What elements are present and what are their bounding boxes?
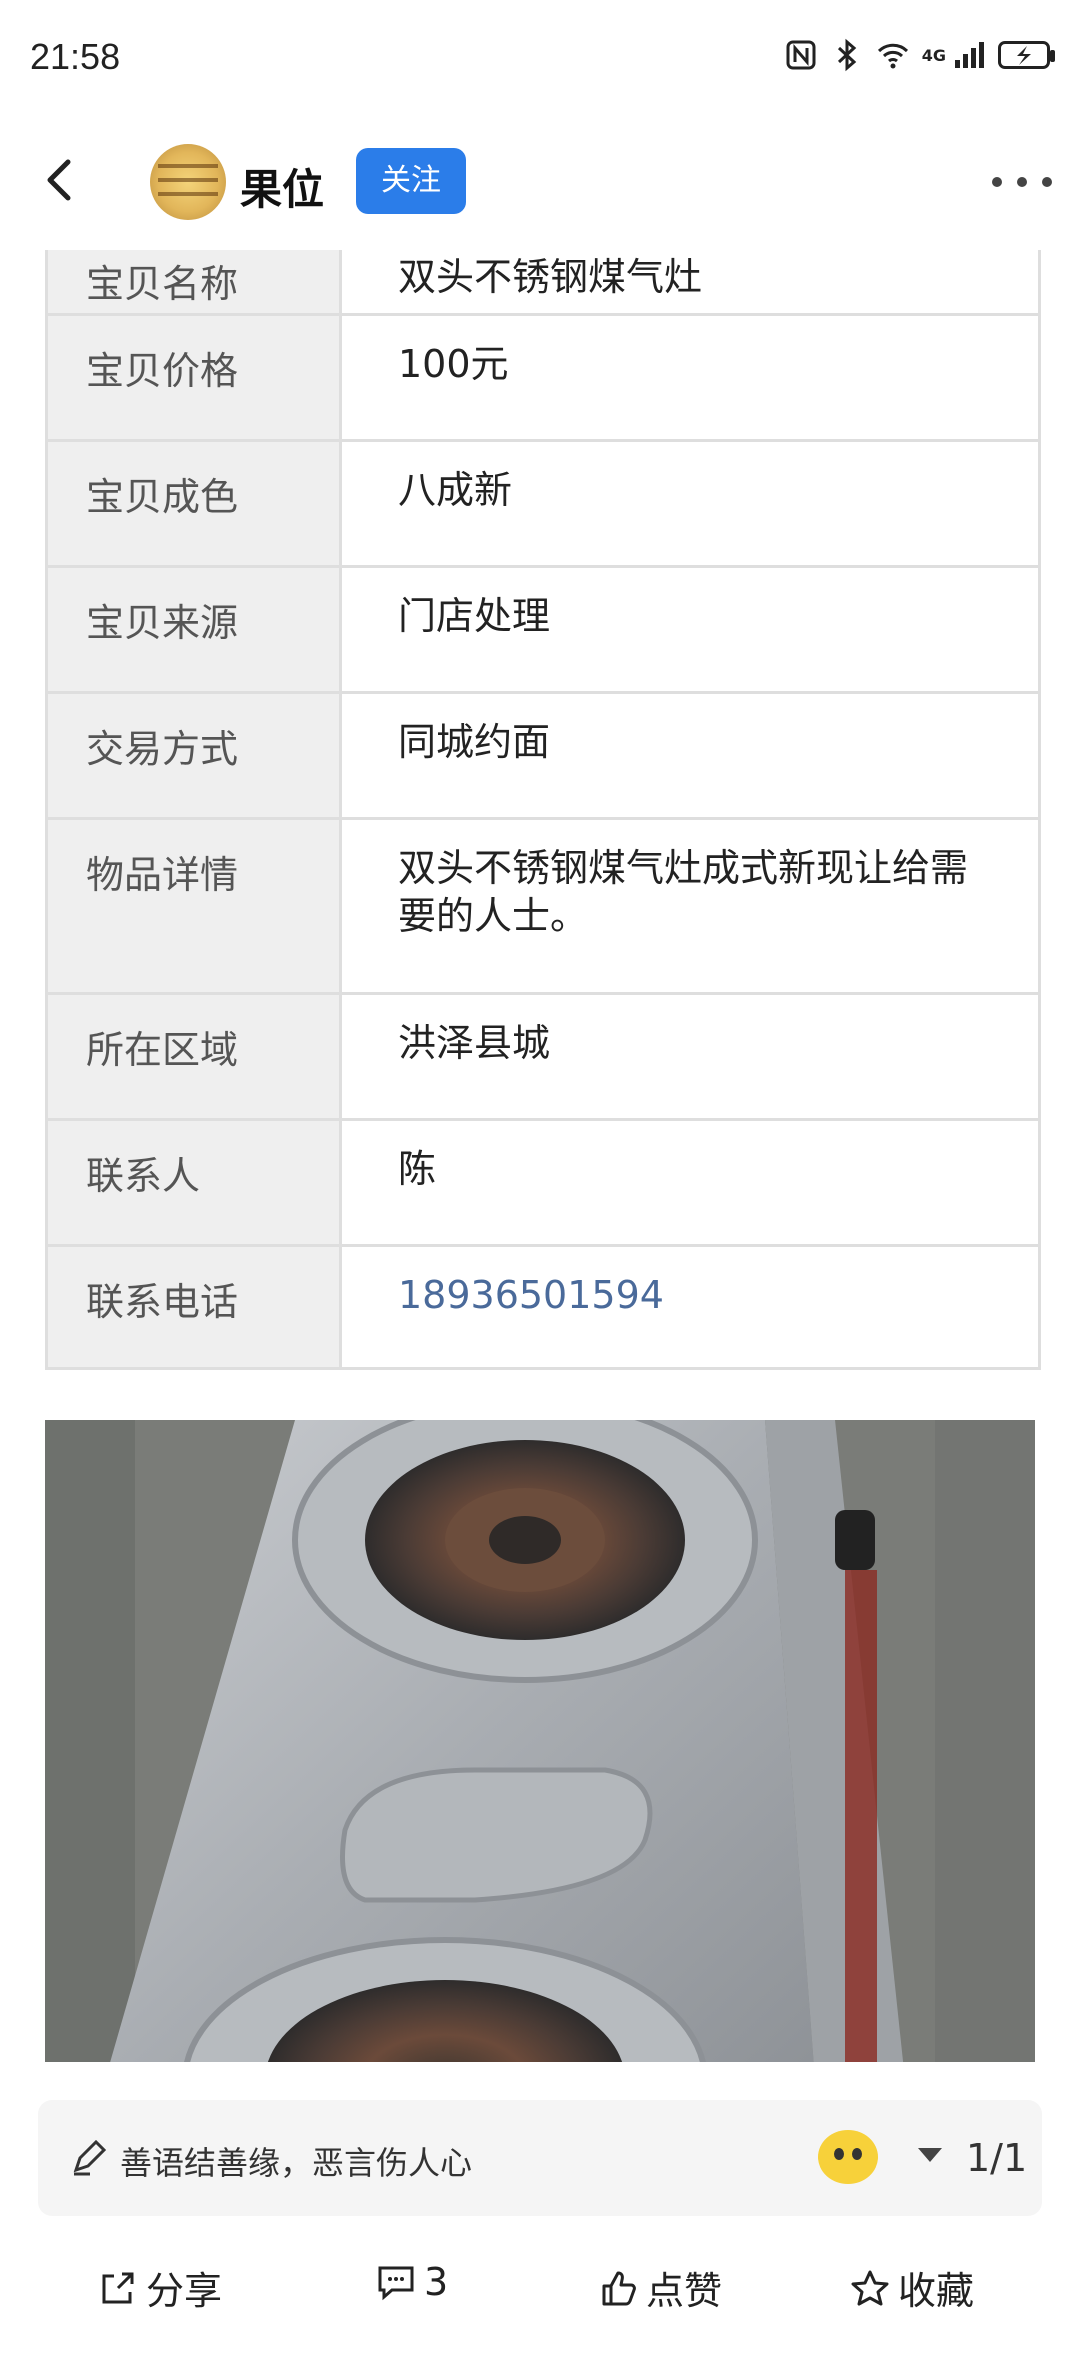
user-name[interactable]: 果位 xyxy=(240,156,324,217)
battery-icon xyxy=(998,41,1055,69)
bluetooth-icon xyxy=(830,38,864,72)
gas-stove-image xyxy=(45,1420,1035,2062)
post-header: 果位 关注 xyxy=(0,120,1080,250)
phone-link[interactable]: 18936501594 xyxy=(342,1247,1038,1367)
row-label: 联系电话 xyxy=(48,1247,342,1367)
triangle-down-icon[interactable] xyxy=(918,2148,942,2162)
table-row: 物品详情 双头不锈钢煤气灶成式新现让给需要的人士。 xyxy=(48,820,1038,995)
nfc-icon xyxy=(784,38,818,72)
item-photo[interactable] xyxy=(45,1420,1035,2062)
table-row: 所在区域 洪泽县城 xyxy=(48,995,1038,1121)
row-label: 宝贝来源 xyxy=(48,568,342,691)
more-options-button[interactable] xyxy=(992,162,1052,202)
row-label: 交易方式 xyxy=(48,694,342,817)
like-button[interactable]: 点赞 xyxy=(598,2260,722,2315)
post-content[interactable]: 宝贝名称 双头不锈钢煤气灶 宝贝价格 100元 宝贝成色 八成新 宝贝来源 门店… xyxy=(0,250,1080,2062)
row-value: 洪泽县城 xyxy=(398,1021,551,1065)
table-row: 联系人 陈 xyxy=(48,1121,1038,1247)
action-row: 分享 3 点赞 收藏 xyxy=(0,2260,1080,2330)
star-icon xyxy=(851,2270,889,2305)
status-bar: 21:58 4G xyxy=(0,0,1080,120)
pencil-icon xyxy=(73,2139,107,2176)
more-dot-icon xyxy=(992,177,1002,187)
row-value: 同城约面 xyxy=(398,720,551,764)
row-label: 宝贝价格 xyxy=(48,316,342,439)
row-label: 宝贝名称 xyxy=(48,250,342,313)
share-button[interactable]: 分享 xyxy=(98,2260,222,2315)
like-label: 点赞 xyxy=(646,2269,723,2313)
comment-count: 3 xyxy=(424,2260,449,2304)
table-row: 宝贝名称 双头不锈钢煤气灶 xyxy=(48,250,1038,316)
comment-input[interactable]: 善语结善缘，恶言伤人心 1/1 xyxy=(38,2100,1042,2216)
table-row: 宝贝成色 八成新 xyxy=(48,442,1038,568)
row-label: 所在区域 xyxy=(48,995,342,1118)
row-value: 门店处理 xyxy=(398,594,551,638)
row-value: 双头不锈钢煤气灶成式新现让给需要的人士。 xyxy=(398,846,969,938)
table-row: 宝贝来源 门店处理 xyxy=(48,568,1038,694)
row-value: 双头不锈钢煤气灶 xyxy=(398,255,703,299)
bottom-bar: 善语结善缘，恶言伤人心 1/1 分享 3 点赞 收藏 xyxy=(0,2062,1080,2376)
comment-button[interactable]: 3 xyxy=(376,2260,448,2304)
page-indicator: 1/1 xyxy=(966,2136,1028,2180)
row-value: 100元 xyxy=(398,342,509,386)
back-button[interactable] xyxy=(30,150,90,210)
thumbs-up-icon xyxy=(602,2271,636,2305)
row-label: 宝贝成色 xyxy=(48,442,342,565)
network-type: 4G xyxy=(921,45,946,65)
more-dot-icon xyxy=(1042,177,1052,187)
favorite-button[interactable]: 收藏 xyxy=(850,2260,974,2315)
table-row: 联系电话 18936501594 xyxy=(48,1247,1038,1367)
status-icons: 4G xyxy=(784,38,1055,72)
row-value: 八成新 xyxy=(398,468,513,512)
emoji-icon[interactable] xyxy=(818,2130,878,2184)
row-label: 物品详情 xyxy=(48,820,342,992)
wifi-icon xyxy=(876,38,910,72)
avatar[interactable] xyxy=(150,144,226,220)
follow-button[interactable]: 关注 xyxy=(356,148,466,214)
chevron-left-icon xyxy=(47,159,71,201)
share-icon xyxy=(102,2272,134,2303)
comment-placeholder: 善语结善缘，恶言伤人心 xyxy=(120,2144,473,2182)
table-row: 宝贝价格 100元 xyxy=(48,316,1038,442)
favorite-label: 收藏 xyxy=(898,2269,975,2313)
more-dot-icon xyxy=(1017,177,1027,187)
item-info-table: 宝贝名称 双头不锈钢煤气灶 宝贝价格 100元 宝贝成色 八成新 宝贝来源 门店… xyxy=(45,250,1041,1370)
row-value: 陈 xyxy=(398,1147,437,1191)
share-label: 分享 xyxy=(146,2269,223,2313)
table-row: 交易方式 同城约面 xyxy=(48,694,1038,820)
status-time: 21:58 xyxy=(30,36,121,77)
comment-icon xyxy=(378,2266,414,2301)
signal-icon xyxy=(952,38,986,72)
row-label: 联系人 xyxy=(48,1121,342,1244)
